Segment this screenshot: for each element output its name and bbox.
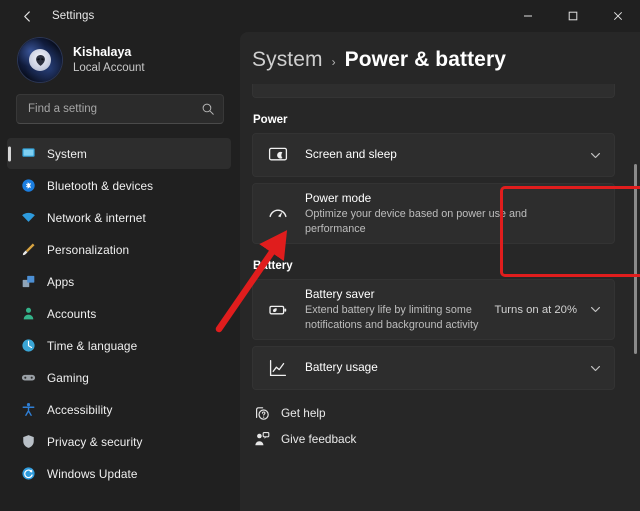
sidebar-item-label: Bluetooth & devices [47, 179, 153, 193]
card-subtitle: Optimize your device based on power use … [305, 207, 555, 236]
shield-icon [20, 434, 36, 450]
sidebar-item-windows-update[interactable]: Windows Update [7, 458, 231, 489]
account-type: Local Account [73, 61, 145, 75]
close-icon [613, 11, 623, 21]
account-name: Kishalaya [73, 45, 145, 61]
minimize-icon [523, 11, 533, 21]
sidebar-nav: System Bluetooth & devices Network & int… [0, 138, 240, 489]
help-icon [253, 404, 270, 421]
sidebar-item-label: Gaming [47, 371, 89, 385]
sidebar-item-label: Privacy & security [47, 435, 143, 449]
sidebar-item-accounts[interactable]: Accounts [7, 298, 231, 329]
sidebar-item-gaming[interactable]: Gaming [7, 362, 231, 393]
content-scroll-area: System › Power & battery Power S [240, 32, 640, 511]
wifi-icon [20, 210, 36, 226]
back-button[interactable] [12, 1, 42, 31]
card-title: Battery saver [305, 287, 495, 302]
section-heading-battery: Battery [253, 260, 626, 272]
bluetooth-icon [20, 178, 36, 194]
alien-avatar-icon [29, 49, 51, 71]
card-subtitle: Extend battery life by limiting some not… [305, 303, 495, 332]
clock-globe-icon [20, 338, 36, 354]
card-title: Power mode [305, 191, 602, 206]
sidebar-item-apps[interactable]: Apps [7, 266, 231, 297]
sidebar-item-label: Accessibility [47, 403, 113, 417]
title-bar: Settings [0, 0, 640, 32]
avatar [18, 38, 62, 82]
sidebar-item-privacy-security[interactable]: Privacy & security [7, 426, 231, 457]
sidebar-item-network-internet[interactable]: Network & internet [7, 202, 231, 233]
link-label: Get help [281, 406, 326, 420]
gamepad-icon [20, 370, 36, 386]
scrollbar[interactable] [634, 140, 637, 432]
sidebar-item-label: Accounts [47, 307, 96, 321]
link-label: Give feedback [281, 432, 356, 446]
sidebar-item-accessibility[interactable]: Accessibility [7, 394, 231, 425]
sidebar-item-label: Time & language [47, 339, 137, 353]
window-title: Settings [52, 10, 94, 22]
sidebar-item-personalization[interactable]: Personalization [7, 234, 231, 265]
person-icon [20, 306, 36, 322]
settings-window: Settings [0, 0, 640, 511]
give-feedback-link[interactable]: Give feedback [253, 430, 626, 447]
minimize-button[interactable] [505, 0, 550, 32]
sidebar-item-label: Personalization [47, 243, 129, 257]
breadcrumb: System › Power & battery [250, 32, 626, 72]
sidebar-item-label: Apps [47, 275, 74, 289]
search-wrapper: Find a setting [0, 94, 240, 124]
power-mode-card[interactable]: Power mode Optimize your device based on… [252, 183, 615, 244]
chevron-down-icon[interactable] [589, 303, 602, 316]
sidebar-item-label: Network & internet [47, 211, 146, 225]
page-title: Power & battery [345, 48, 506, 72]
get-help-link[interactable]: Get help [253, 404, 626, 421]
screen-and-sleep-card[interactable]: Screen and sleep [252, 133, 615, 177]
feedback-icon [253, 430, 270, 447]
card-text: Power mode Optimize your device based on… [305, 184, 602, 243]
battery-saver-card[interactable]: Battery saver Extend battery life by lim… [252, 279, 615, 340]
section-heading-power: Power [253, 114, 626, 126]
status-badge: Turns on at 20% [495, 304, 577, 316]
scrollbar-thumb[interactable] [634, 164, 637, 354]
card-title: Screen and sleep [305, 147, 589, 162]
sidebar-item-time-language[interactable]: Time & language [7, 330, 231, 361]
battery-usage-card[interactable]: Battery usage [252, 346, 615, 390]
speedometer-icon [267, 203, 289, 225]
update-icon [20, 466, 36, 482]
breadcrumb-parent[interactable]: System [252, 48, 323, 72]
maximize-button[interactable] [550, 0, 595, 32]
sidebar-item-system[interactable]: System [7, 138, 231, 169]
sidebar: Kishalaya Local Account Find a setting [0, 32, 240, 511]
card-text: Screen and sleep [305, 140, 589, 169]
sidebar-item-label: Windows Update [47, 467, 138, 481]
sidebar-item-bluetooth-devices[interactable]: Bluetooth & devices [7, 170, 231, 201]
maximize-icon [568, 11, 578, 21]
footer-links: Get help Give feedback [253, 404, 626, 447]
account-text: Kishalaya Local Account [73, 45, 145, 76]
chevron-down-icon[interactable] [589, 149, 602, 162]
back-arrow-icon [21, 10, 34, 23]
sidebar-item-label: System [47, 147, 87, 161]
monitor-icon [20, 146, 36, 162]
account-card[interactable]: Kishalaya Local Account [0, 32, 240, 94]
main-content: System › Power & battery Power S [240, 32, 640, 511]
paintbrush-icon [20, 242, 36, 258]
breadcrumb-separator-icon: › [332, 55, 336, 69]
chevron-down-icon[interactable] [589, 362, 602, 375]
accessibility-icon [20, 402, 36, 418]
card-text: Battery saver Extend battery life by lim… [305, 280, 495, 339]
chart-line-icon [267, 357, 289, 379]
search-placeholder: Find a setting [28, 103, 201, 115]
partially-scrolled-card[interactable] [252, 84, 615, 98]
window-controls [505, 0, 640, 32]
battery-saver-icon [267, 299, 289, 321]
card-title: Battery usage [305, 360, 589, 375]
close-button[interactable] [595, 0, 640, 32]
screen-sleep-icon [267, 144, 289, 166]
card-text: Battery usage [305, 353, 589, 382]
apps-icon [20, 274, 36, 290]
search-input[interactable]: Find a setting [16, 94, 224, 124]
search-icon [201, 102, 215, 116]
